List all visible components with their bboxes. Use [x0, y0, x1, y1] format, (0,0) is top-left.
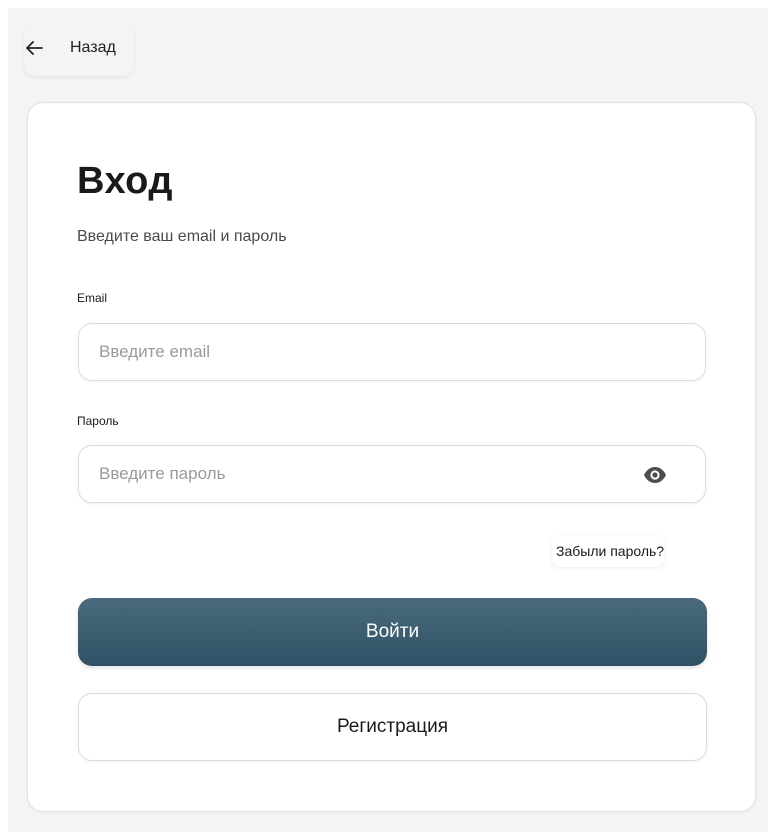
page-title: Вход: [77, 160, 173, 202]
password-label: Пароль: [77, 414, 119, 428]
back-button[interactable]: Назад: [24, 22, 134, 76]
password-field-container: [78, 445, 706, 503]
arrow-left-icon: [26, 41, 43, 55]
email-label: Email: [77, 291, 108, 305]
eye-icon[interactable]: [643, 465, 667, 485]
password-field[interactable]: [79, 445, 641, 503]
login-button[interactable]: Войти: [78, 598, 707, 666]
forgot-password-link[interactable]: Забыли пароль?: [552, 535, 665, 567]
register-button[interactable]: Регистрация: [78, 693, 707, 761]
email-field-container: [78, 323, 706, 381]
email-field[interactable]: [79, 323, 641, 381]
page-subtitle: Введите ваш email и пароль: [77, 228, 287, 245]
login-card: Вход Введите ваш email и пароль Email Па…: [27, 102, 756, 812]
back-label: Назад: [70, 39, 116, 56]
